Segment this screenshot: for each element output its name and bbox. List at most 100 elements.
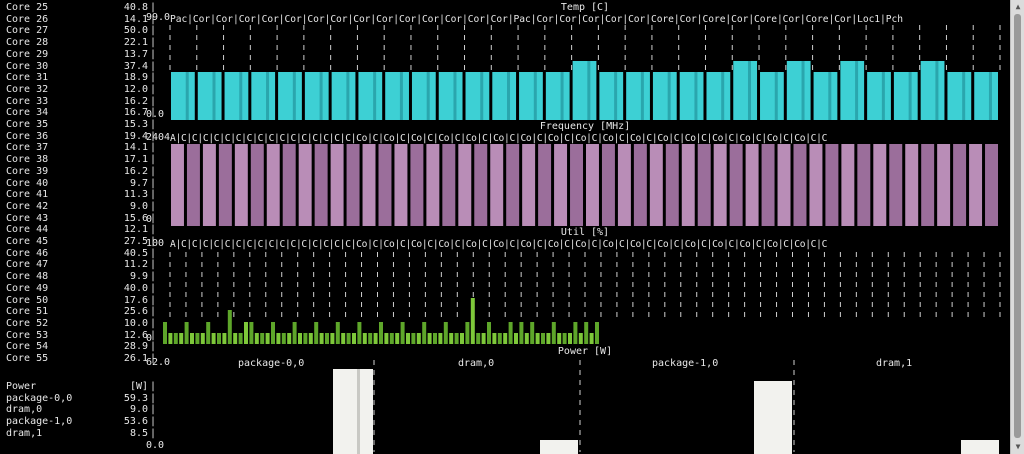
temp-bar-shade <box>667 72 671 120</box>
util-bar <box>238 333 243 344</box>
freq-bar <box>889 144 903 226</box>
temp-bar <box>974 72 998 120</box>
util-bar <box>481 333 486 344</box>
temp-bar-shade <box>828 72 832 120</box>
util-bar <box>168 333 173 344</box>
util-bar <box>562 333 567 344</box>
temp-bar <box>706 72 731 120</box>
freq-bar <box>681 144 695 226</box>
freq-bar <box>745 144 759 226</box>
power-bar-package-1 <box>754 381 792 454</box>
util-bar <box>503 333 508 344</box>
temp-bar <box>519 72 543 120</box>
freq-bar <box>825 144 839 226</box>
power-bar-package-0 <box>333 369 373 454</box>
freq-bar <box>474 144 488 226</box>
freq-bar <box>218 144 232 226</box>
util-bar <box>535 333 540 344</box>
scroll-down-arrow-icon[interactable]: ▼ <box>1013 442 1023 452</box>
temp-bar <box>867 72 891 120</box>
temp-bar <box>278 72 302 120</box>
temp-bar <box>893 72 918 120</box>
temp-bar <box>224 72 249 120</box>
temp-bar-shade <box>988 72 992 120</box>
util-bar <box>454 333 459 344</box>
scroll-up-arrow-icon[interactable]: ▲ <box>1013 2 1023 12</box>
util-bar <box>217 333 221 344</box>
temp-bar <box>840 61 865 120</box>
sensor-graphs <box>163 25 1001 454</box>
util-bar <box>546 333 551 344</box>
temp-bar-shade <box>453 72 457 120</box>
util-bar <box>487 322 491 344</box>
util-bar <box>184 322 189 344</box>
temp-bar-shade <box>399 72 403 120</box>
freq-bar <box>665 144 679 226</box>
util-bar <box>303 333 308 344</box>
util-bar <box>568 333 572 344</box>
freq-bar <box>554 144 568 226</box>
freq-bar <box>617 144 631 226</box>
freq-bar <box>346 144 360 226</box>
temp-bar <box>572 61 597 120</box>
temp-bar-shade <box>694 72 698 120</box>
util-bar <box>335 322 340 344</box>
freq-bar <box>538 144 552 226</box>
freq-bar <box>777 144 791 226</box>
temp-bar-shade <box>962 72 966 120</box>
util-bar <box>244 322 248 344</box>
scrollbar-thumb[interactable] <box>1014 14 1021 438</box>
temp-bar-shade <box>640 72 644 120</box>
freq-bar <box>171 144 184 226</box>
util-bar <box>190 333 194 344</box>
util-bar <box>271 322 275 344</box>
util-bar <box>292 322 297 344</box>
power-bar-dram-0 <box>540 440 578 454</box>
vertical-scrollbar[interactable]: ▲ ▼ <box>1010 0 1024 454</box>
util-bar <box>416 333 421 344</box>
freq-bar <box>186 144 200 226</box>
util-bar <box>438 333 443 344</box>
util-bar <box>573 322 578 344</box>
util-bar <box>508 322 513 344</box>
util-bar <box>460 333 464 344</box>
util-bar <box>406 333 410 344</box>
util-bar <box>298 333 302 344</box>
freq-bar <box>649 144 663 226</box>
util-bar <box>595 322 599 344</box>
util-bar <box>411 333 416 344</box>
freq-bar <box>921 144 935 226</box>
temp-bar-shade <box>266 72 270 120</box>
freq-bar <box>234 144 248 226</box>
temp-bar <box>545 72 570 120</box>
util-bar <box>443 322 448 344</box>
freq-bar <box>761 144 775 226</box>
util-bar <box>551 322 556 344</box>
util-bar <box>400 322 405 344</box>
freq-bar <box>426 144 440 226</box>
util-bar <box>379 322 383 344</box>
util-bar <box>476 333 481 344</box>
freq-bar <box>841 144 855 226</box>
util-bar <box>352 333 356 344</box>
freq-bar <box>202 144 216 226</box>
util-bar <box>524 333 529 344</box>
util-bar <box>368 333 373 344</box>
freq-bar <box>570 144 583 226</box>
temp-bar <box>171 72 195 120</box>
util-bar <box>584 322 589 344</box>
temp-bar-shade <box>239 72 243 120</box>
temp-bar-shade <box>908 72 912 120</box>
freq-bar <box>857 144 871 226</box>
util-bar <box>362 333 367 344</box>
freq-bar <box>601 144 615 226</box>
temp-bar-shade <box>292 72 296 120</box>
temp-bar-shade <box>533 72 537 120</box>
temp-bar-shade <box>801 61 805 120</box>
temp-bar <box>438 72 463 120</box>
freq-bar <box>713 144 727 226</box>
freq-bar <box>250 144 264 226</box>
temp-bar <box>947 72 972 120</box>
util-bar <box>287 333 292 344</box>
freq-bar <box>522 144 536 226</box>
